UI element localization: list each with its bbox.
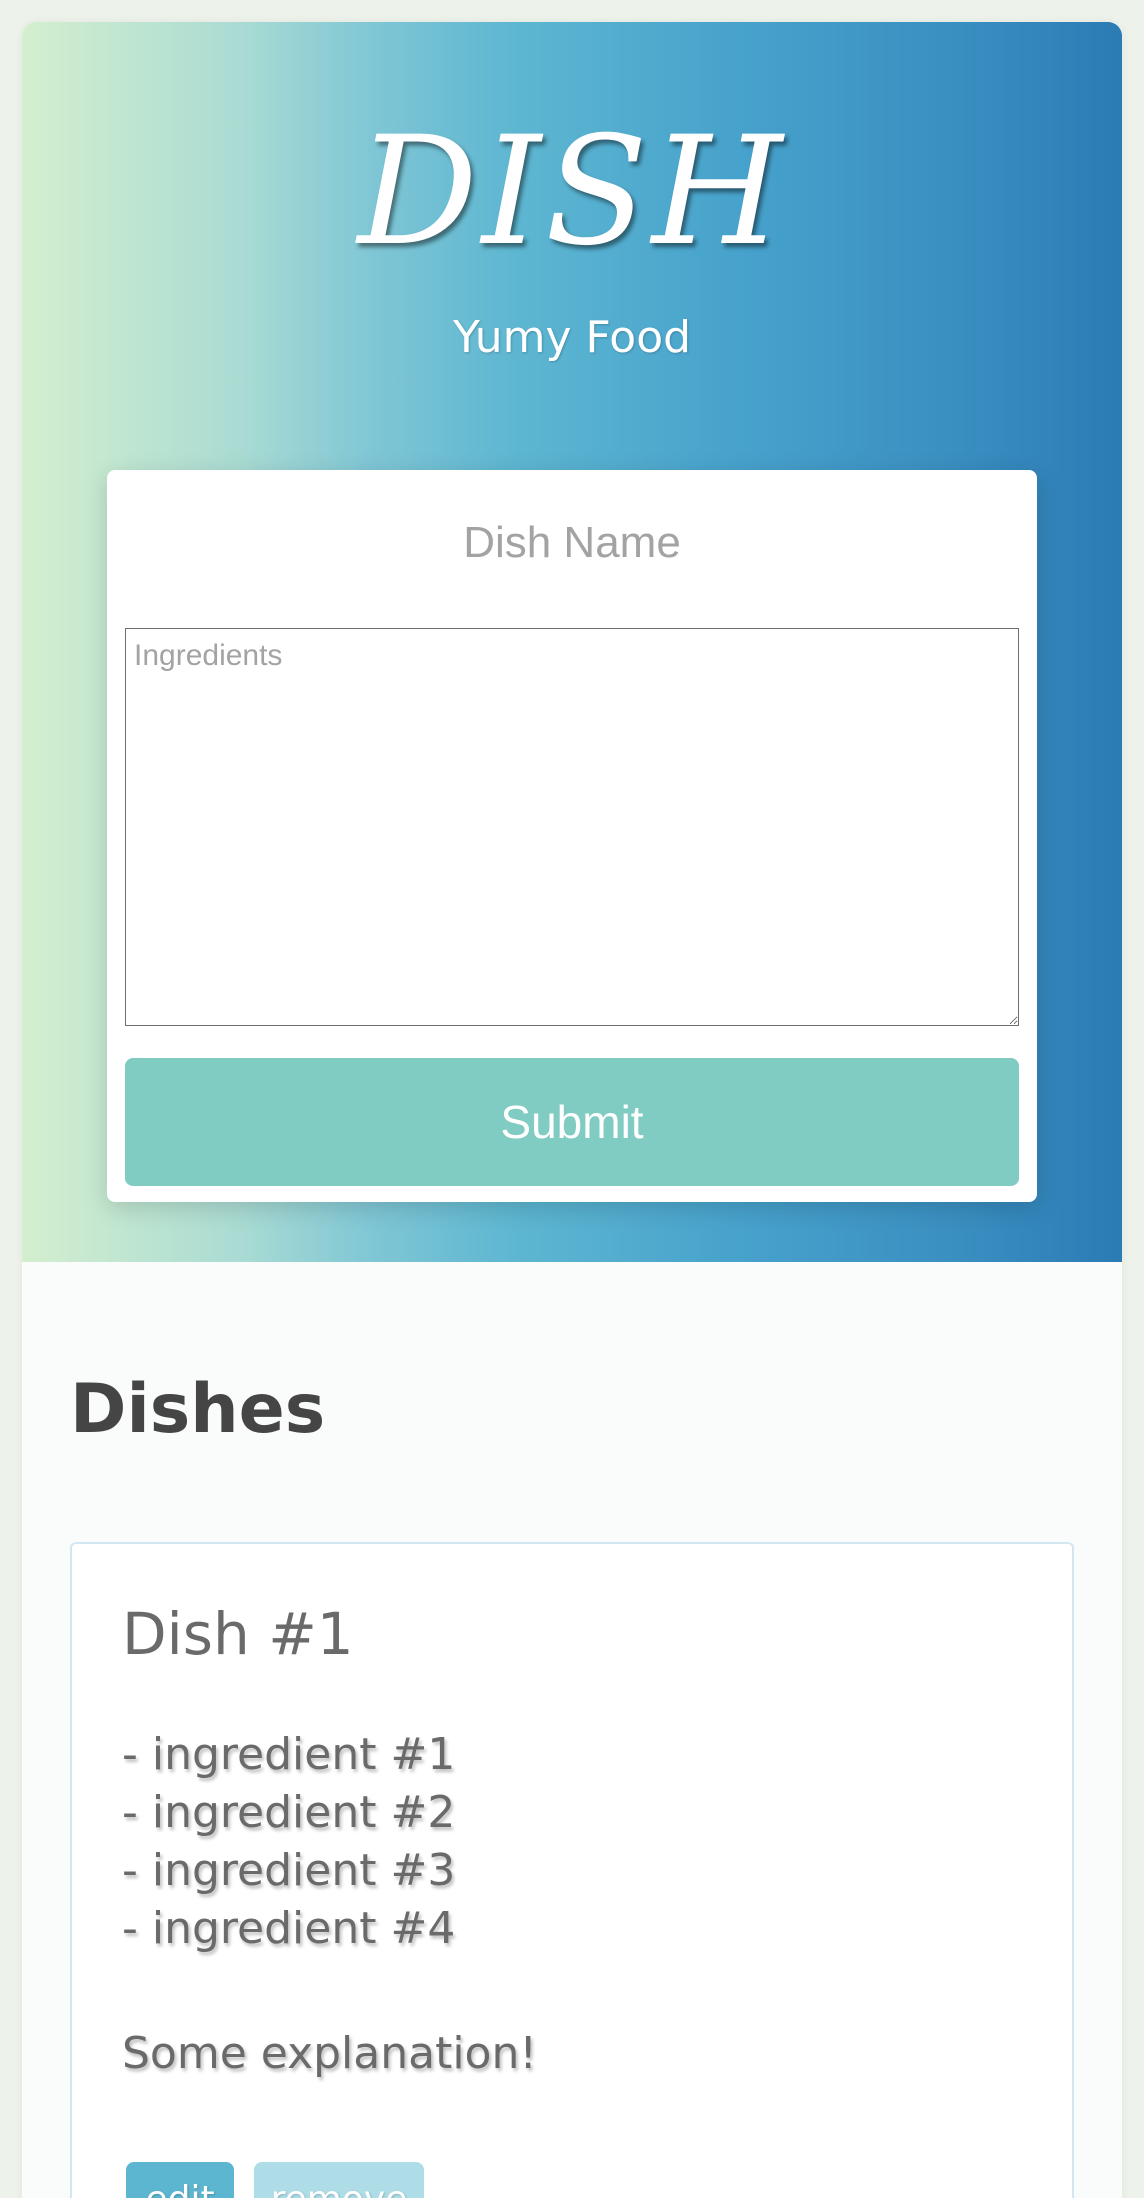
ingredient-item: - ingredient #4 — [122, 1903, 456, 1954]
app-tagline: Yumy Food — [452, 312, 692, 363]
ingredient-list: - ingredient #1 - ingredient #2 - ingred… — [122, 1726, 455, 1958]
dish-name-input[interactable] — [125, 498, 1019, 588]
ingredient-item: - ingredient #3 — [122, 1845, 456, 1896]
dish-card: Dish #1 - ingredient #1 - ingredient #2 … — [70, 1542, 1074, 2198]
ingredient-item: - ingredient #2 — [122, 1787, 456, 1838]
edit-button[interactable]: edit — [126, 2162, 234, 2198]
ingredients-textarea[interactable] — [125, 628, 1019, 1026]
hero-header: DISH Yumy Food Submit — [22, 22, 1122, 1262]
dish-title: Dish #1 — [122, 1600, 354, 1668]
ingredient-item: - ingredient #1 — [122, 1729, 456, 1780]
add-dish-form: Submit — [107, 470, 1037, 1202]
dishes-heading: Dishes — [70, 1370, 326, 1449]
app-container: DISH Yumy Food Submit Dishes Dish #1 - i… — [22, 22, 1122, 2198]
dish-description: Some explanation! — [122, 2028, 537, 2079]
submit-button[interactable]: Submit — [125, 1058, 1019, 1186]
app-logo: DISH — [357, 105, 787, 279]
remove-button[interactable]: remove — [254, 2162, 424, 2198]
